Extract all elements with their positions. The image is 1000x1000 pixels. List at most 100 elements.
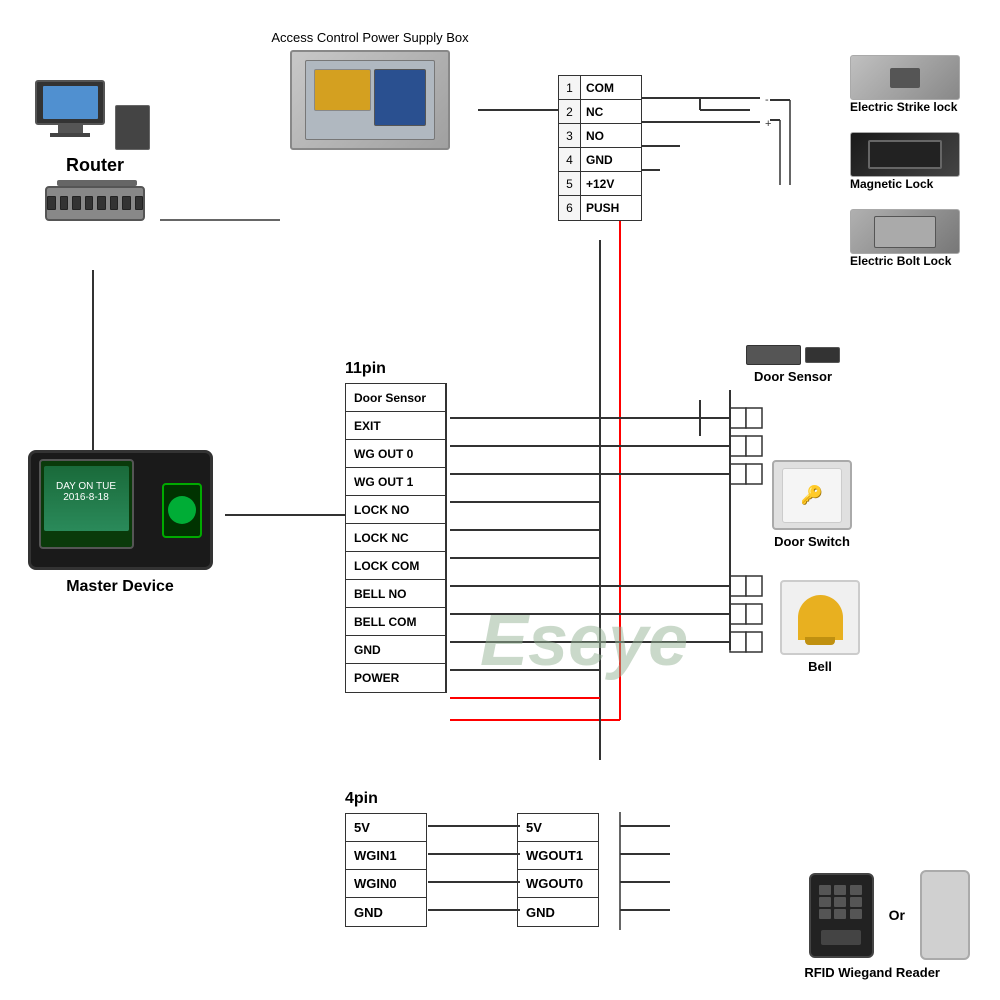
rfid-key-7: [819, 909, 831, 919]
pin-name-wg-out-1: WG OUT 1: [346, 468, 446, 495]
terminal-num-1: 1: [559, 76, 581, 99]
bell-label: Bell: [780, 659, 860, 674]
or-label: Or: [889, 907, 905, 923]
electric-strike-label: Electric Strike lock: [850, 100, 980, 114]
terminal-num-3: 3: [559, 124, 581, 147]
pin-name-bell-com: BELL COM: [346, 608, 446, 635]
rfid-label: RFID Wiegand Reader: [804, 965, 940, 980]
pin-row-lock-no: LOCK NO: [346, 496, 446, 524]
monitor-base: [50, 133, 90, 137]
rfid-reader2-image: [920, 870, 970, 960]
power-supply-image: [290, 50, 450, 150]
monitor-screen: [43, 86, 98, 119]
door-switch-image: 🔑: [772, 460, 852, 530]
door-sensor-label: Door Sensor: [746, 369, 840, 384]
magnetic-lock-image: [850, 132, 960, 177]
pin-name-wg-out-0: WG OUT 0: [346, 440, 446, 467]
diagram: - + Access Control Power Supply Box: [0, 0, 1000, 1000]
monitor-stand: [58, 125, 83, 133]
rfid-section: Or: [809, 870, 970, 960]
master-device-label: Master Device: [20, 578, 220, 596]
pin4-left-gnd: GND: [346, 898, 426, 926]
pin4-left-wgin1: WGIN1: [346, 842, 426, 869]
pin-row-wg-out-0: WG OUT 0: [346, 440, 446, 468]
router-port-4: [85, 196, 94, 210]
electric-bolt-option: Electric Bolt Lock: [850, 209, 980, 268]
psu-inner: [305, 60, 435, 140]
pin4-left-wgin0: WGIN0: [346, 870, 426, 897]
router-ports: [47, 188, 143, 210]
fingerprint-reader: [162, 483, 202, 538]
power-supply-title: Access Control Power Supply Box: [270, 30, 470, 45]
pin-row-gnd: GND: [346, 636, 446, 664]
rfid-key-5: [834, 897, 846, 907]
terminal-label-1: COM: [581, 76, 641, 99]
rfid-key-8: [834, 909, 846, 919]
lock-options: Electric Strike lock Magnetic Lock Elect…: [850, 55, 980, 286]
rfid-key-6: [850, 897, 862, 907]
monitor: [35, 80, 105, 125]
door-switch-inner: 🔑: [782, 468, 842, 523]
device-clock: DAY ON TUE 2016-8-18: [44, 466, 129, 503]
bell-image: [780, 580, 860, 655]
router-port-6: [110, 196, 119, 210]
pin-name-gnd: GND: [346, 636, 446, 663]
pin4-right-table: 5V WGOUT1 WGOUT0 GND: [517, 813, 599, 927]
router-label: Router: [30, 155, 160, 176]
svg-text:+: +: [765, 118, 771, 130]
magnetic-lock-option: Magnetic Lock: [850, 132, 980, 191]
terminal-row-1: 1 COM: [559, 76, 641, 100]
pin4-right-wgout1: WGOUT1: [518, 842, 598, 869]
pin4-right-gnd: GND: [518, 898, 598, 926]
electric-strike-image: [850, 55, 960, 100]
power-supply-section: Access Control Power Supply Box: [270, 30, 470, 150]
pin4-right-row-5v: 5V: [518, 814, 598, 842]
terminal-label-5: +12V: [581, 172, 641, 195]
pin4-left-row-5v: 5V: [346, 814, 426, 842]
pin-row-bell-com: BELL COM: [346, 608, 446, 636]
terminal-label-3: NO: [581, 124, 641, 147]
router-section: Router: [30, 80, 160, 221]
terminal-num-4: 4: [559, 148, 581, 171]
pin4-right-wgout0: WGOUT0: [518, 870, 598, 897]
pin-name-lock-com: LOCK COM: [346, 552, 446, 579]
door-sensor-graphic: [746, 345, 840, 365]
cpu-unit: [115, 105, 150, 150]
pin4-left-row-gnd: GND: [346, 898, 426, 926]
rfid-keypad: [819, 885, 864, 919]
device-body: DAY ON TUE 2016-8-18: [28, 450, 213, 570]
rfid-key-1: [819, 885, 831, 895]
pin-name-bell-no: BELL NO: [346, 580, 446, 607]
rfid-key-2: [834, 885, 846, 895]
pin4-right-5v: 5V: [518, 814, 598, 841]
bell-component: Bell: [780, 580, 860, 674]
pin4-left-row-wgin0: WGIN0: [346, 870, 426, 898]
computer-icon: [35, 80, 155, 150]
pin-name-exit: EXIT: [346, 412, 446, 439]
svg-text:-: -: [765, 94, 769, 106]
router-port-8: [135, 196, 144, 210]
pin-name-power: POWER: [346, 664, 446, 692]
terminal-row-3: 3 NO: [559, 124, 641, 148]
pin4-left-row-wgin1: WGIN1: [346, 842, 426, 870]
pin11-section: 11pin Door Sensor EXIT WG OUT 0 WG OUT 1…: [345, 360, 447, 693]
terminal-row-4: 4 GND: [559, 148, 641, 172]
pin4-tables-container: 5V WGIN1 WGIN0 GND 5V WGOUT1: [345, 813, 599, 927]
pin4-right-row-gnd: GND: [518, 898, 598, 926]
fp-circle: [168, 496, 196, 524]
pin-row-lock-com: LOCK COM: [346, 552, 446, 580]
router-port-5: [97, 196, 106, 210]
router-port-7: [122, 196, 131, 210]
device-keypad: [44, 554, 129, 562]
device-screen: DAY ON TUE 2016-8-18: [39, 459, 134, 549]
electric-bolt-image: [850, 209, 960, 254]
rfid-key-3: [850, 885, 862, 895]
pin4-right-row-wgout0: WGOUT0: [518, 870, 598, 898]
pin-row-power: POWER: [346, 664, 446, 692]
pin4-title: 4pin: [345, 790, 599, 808]
rfid-key-9: [850, 909, 862, 919]
rfid-brand-strip: [821, 930, 861, 945]
terminal-num-5: 5: [559, 172, 581, 195]
rfid-reader2-container: [920, 870, 970, 960]
rfid-reader1-image: [809, 873, 874, 958]
